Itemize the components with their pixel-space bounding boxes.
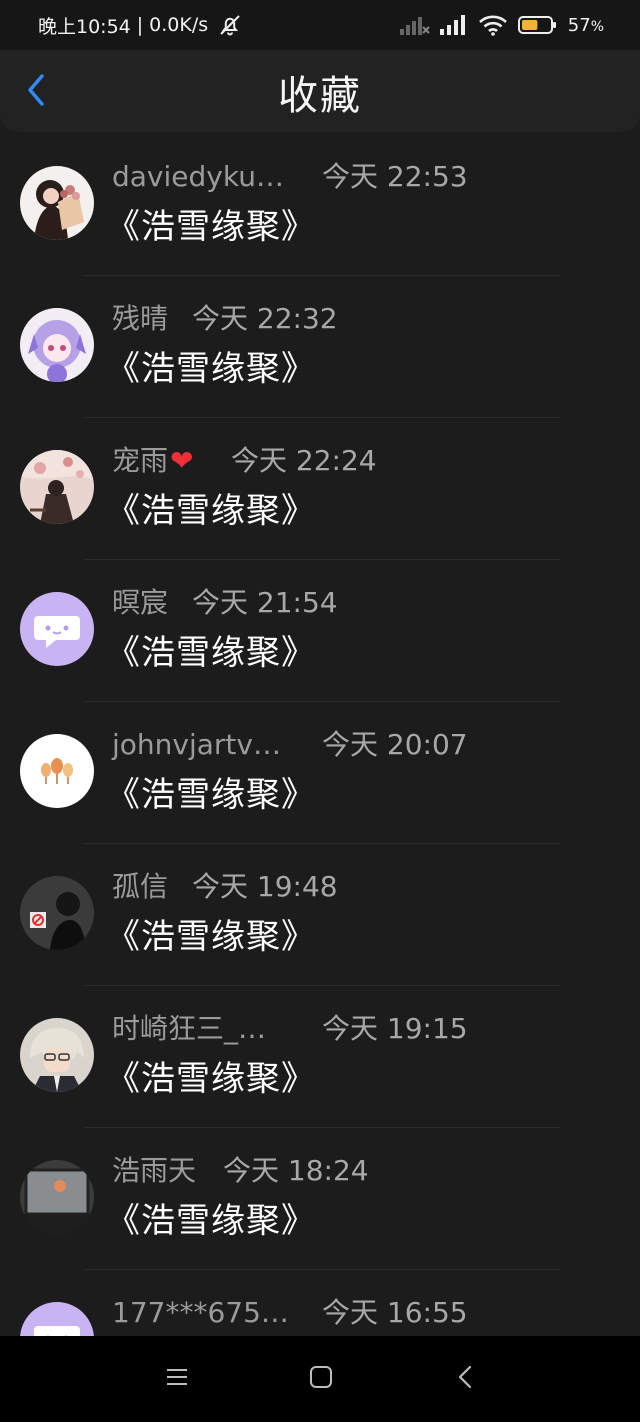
- status-right: 57%: [399, 14, 604, 36]
- favorite-time: 今天 19:15: [322, 1012, 468, 1045]
- menu-button[interactable]: [162, 1364, 192, 1394]
- favorite-time: 今天 16:55: [322, 1296, 468, 1329]
- favorite-title[interactable]: 《浩雪缘聚》: [106, 916, 316, 958]
- status-time: 晚上10:54: [38, 15, 131, 38]
- avatar[interactable]: [20, 450, 94, 524]
- favorite-time: 今天 19:48: [192, 870, 338, 903]
- nav-back-button[interactable]: [450, 1364, 480, 1394]
- avatar[interactable]: [20, 876, 94, 950]
- avatar[interactable]: [20, 166, 94, 240]
- page-title: 收藏: [278, 73, 362, 119]
- status-left: 晚上10:54 | 0.0K/s: [38, 12, 242, 39]
- favorite-title[interactable]: 《浩雪缘聚》: [106, 774, 316, 816]
- list-item[interactable]: daviedyku… 今天 22:53 《浩雪缘聚》: [0, 134, 640, 276]
- favorite-time: 今天 21:54: [192, 586, 338, 619]
- favorite-time: 今天 22:24: [231, 444, 377, 477]
- favorite-title[interactable]: 《浩雪缘聚》: [106, 206, 316, 248]
- favorites-screen: 晚上10:54 | 0.0K/s 57% 收藏 daviedyku… 今天 22…: [0, 0, 640, 1422]
- favorite-title[interactable]: 《浩雪缘聚》: [106, 632, 316, 674]
- back-triangle-icon: [457, 1365, 473, 1393]
- user-name: 浩雨天: [112, 1154, 197, 1187]
- user-name: 宠雨❤: [112, 444, 194, 477]
- user-name: 时崎狂三_…: [112, 1012, 267, 1045]
- list-item[interactable]: 残晴 今天 22:32 《浩雪缘聚》: [0, 276, 640, 418]
- user-name: johnvjartv…: [112, 728, 281, 761]
- list-item[interactable]: 孤信 今天 19:48 《浩雪缘聚》: [0, 844, 640, 986]
- battery-icon: [517, 15, 558, 35]
- user-name: 孤信: [112, 870, 169, 903]
- battery-percent: 57%: [567, 14, 604, 36]
- favorites-list[interactable]: daviedyku… 今天 22:53 《浩雪缘聚》 残晴 今天 22:32 《…: [0, 134, 640, 1336]
- list-item[interactable]: 宠雨❤ 今天 22:24 《浩雪缘聚》: [0, 418, 640, 560]
- list-item[interactable]: 177***675… 今天 16:55: [0, 1270, 640, 1336]
- user-name: 暝宸: [112, 586, 169, 619]
- favorite-title[interactable]: 《浩雪缘聚》: [106, 348, 316, 390]
- home-square-icon: [309, 1365, 333, 1393]
- user-name: 残晴: [112, 302, 169, 335]
- favorite-title[interactable]: 《浩雪缘聚》: [106, 1200, 316, 1242]
- list-item[interactable]: 暝宸 今天 21:54 《浩雪缘聚》: [0, 560, 640, 702]
- user-name: 177***675…: [112, 1296, 289, 1329]
- menu-icon: [166, 1367, 188, 1391]
- list-item[interactable]: 浩雨天 今天 18:24 《浩雪缘聚》: [0, 1128, 640, 1270]
- avatar[interactable]: [20, 734, 94, 808]
- favorite-time: 今天 22:53: [322, 160, 468, 193]
- favorite-title[interactable]: 《浩雪缘聚》: [106, 490, 316, 532]
- avatar[interactable]: [20, 592, 94, 666]
- avatar[interactable]: [20, 308, 94, 382]
- system-nav-bar: [0, 1336, 640, 1422]
- signal-icon: [439, 15, 468, 35]
- list-item[interactable]: johnvjartv… 今天 20:07 《浩雪缘聚》: [0, 702, 640, 844]
- status-separator: |: [136, 14, 144, 36]
- favorite-time: 今天 20:07: [322, 728, 468, 761]
- wifi-icon: [478, 14, 508, 36]
- net-speed: 0.0K/s: [149, 14, 209, 36]
- avatar[interactable]: [20, 1160, 94, 1234]
- bell-off-icon: [218, 13, 242, 37]
- list-item[interactable]: 时崎狂三_… 今天 19:15 《浩雪缘聚》: [0, 986, 640, 1128]
- home-button[interactable]: [306, 1364, 336, 1394]
- avatar[interactable]: [20, 1302, 94, 1336]
- favorite-title[interactable]: 《浩雪缘聚》: [106, 1058, 316, 1100]
- favorite-time: 今天 18:24: [223, 1154, 369, 1187]
- status-bar: 晚上10:54 | 0.0K/s 57%: [0, 0, 640, 50]
- signal-weak-icon: [399, 15, 430, 35]
- avatar[interactable]: [20, 1018, 94, 1092]
- app-header: 收藏: [0, 50, 640, 132]
- heart-icon: ❤: [170, 444, 194, 477]
- user-name: daviedyku…: [112, 160, 284, 193]
- favorite-time: 今天 22:32: [192, 302, 338, 335]
